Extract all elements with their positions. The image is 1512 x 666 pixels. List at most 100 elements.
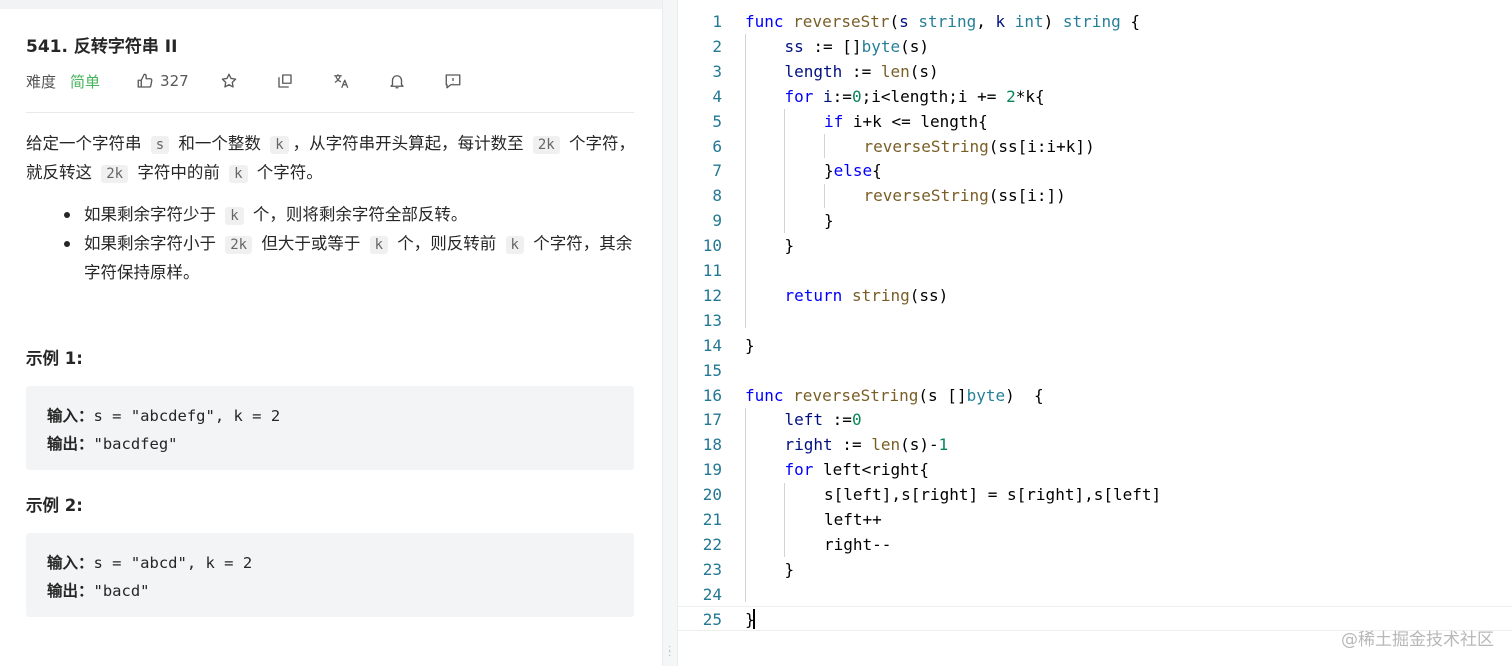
rule-text: 个，则反转前	[392, 234, 502, 253]
code-line[interactable]: 18 right := len(s)-1	[678, 432, 1512, 457]
line-number: 13	[702, 310, 722, 330]
code-text: left++	[824, 510, 882, 529]
inline-code: k	[505, 236, 524, 254]
feedback-button[interactable]	[437, 68, 469, 94]
code-text: right--	[824, 534, 892, 554]
like-button[interactable]: 327	[136, 72, 189, 90]
header-divider	[26, 112, 634, 113]
description-text: 和一个整数	[173, 134, 267, 153]
inline-code: 2k	[225, 236, 253, 254]
example-2-output: 输出："bacd"	[47, 582, 150, 600]
code-line[interactable]: 21 left++	[678, 507, 1512, 532]
line-number: 7	[712, 161, 722, 181]
code-text: right := len(s)-1	[784, 435, 949, 455]
code-line[interactable]: 20 s[left],s[right] = s[right],s[left]	[678, 482, 1512, 507]
code-text: for i:=0;i<length;i += 2*k{	[784, 86, 1045, 106]
code-line[interactable]: 11	[678, 258, 1512, 283]
code-text: reverseString(ss[i:])	[863, 186, 1066, 206]
code-line[interactable]: 16 func reverseString(s []byte) {	[678, 383, 1512, 408]
translate-icon	[333, 74, 349, 88]
code-line[interactable]: 6 reverseString(ss[i:i+k])	[678, 134, 1512, 159]
code-line[interactable]: 9}	[678, 208, 1512, 233]
inline-code: k	[270, 136, 289, 154]
line-number: 2	[712, 36, 722, 56]
problem-panel: 541. 反转字符串 II 难度 简单 327 给定一个字符串 s 和一个整数 …	[0, 0, 662, 666]
rule-item: 如果剩余字符小于 2k 但大于或等于 k 个，则反转前 k 个字符，其余字符保持…	[58, 230, 638, 286]
code-line[interactable]: 2 ss := []byte(s)	[678, 34, 1512, 59]
code-line[interactable]: 12 return string(ss)	[678, 283, 1512, 308]
code-line[interactable]: 8 reverseString(ss[i:])	[678, 183, 1512, 208]
code-text: reverseString(ss[i:i+k])	[863, 136, 1095, 156]
line-number: 15	[702, 360, 722, 380]
description-text: 个字符。	[251, 163, 323, 182]
code-line[interactable]: 17 left :=0	[678, 407, 1512, 432]
star-icon	[221, 73, 236, 88]
example-2-box: 输入：s = "abcd", k = 2 输出："bacd"	[26, 533, 634, 617]
line-number: 21	[702, 510, 722, 529]
inline-code: s	[150, 136, 170, 154]
example-1-box: 输入：s = "abcdefg", k = 2 输出："bacdfeg"	[26, 386, 634, 470]
rule-text: 但大于或等于	[256, 234, 366, 253]
code-line[interactable]: 13	[678, 308, 1512, 333]
translate-button[interactable]	[325, 68, 357, 94]
line-number: 12	[702, 285, 722, 305]
line-number: 10	[702, 236, 722, 256]
notification-button[interactable]	[381, 68, 413, 94]
problem-meta-bar: 难度 简单 327	[26, 68, 469, 94]
favorite-button[interactable]	[213, 68, 245, 94]
line-number: 25	[702, 609, 722, 629]
code-line[interactable]: 4 for i:=0;i<length;i += 2*k{	[678, 84, 1512, 109]
code-line[interactable]: 5 if i+k <= length{	[678, 109, 1512, 134]
code-line[interactable]: 7}else{	[678, 158, 1512, 183]
code-line[interactable]: 22 right--	[678, 532, 1512, 557]
code-text: length := len(s)	[784, 61, 939, 81]
line-number: 19	[702, 460, 722, 480]
line-number: 17	[702, 410, 722, 430]
problem-description: 给定一个字符串 s 和一个整数 k ，从字符串开头算起，每计数至 2k 个字符，就…	[26, 130, 636, 188]
line-number: 4	[712, 86, 722, 106]
code-line[interactable]: 24	[678, 582, 1512, 607]
code-line[interactable]: 10}	[678, 233, 1512, 258]
code-text: left :=0	[784, 410, 862, 430]
example-2-title: 示例 2:	[26, 496, 83, 515]
code-text: }	[745, 335, 755, 355]
code-editor[interactable]: 1 func reverseStr(s string, k int) string…	[678, 0, 1512, 666]
inline-code: k	[369, 236, 389, 254]
code-line[interactable]: 15	[678, 358, 1512, 383]
code-line[interactable]: 19 for left<right{	[678, 457, 1512, 482]
share-icon	[277, 74, 292, 88]
resize-grip-icon: ::	[668, 643, 672, 659]
code-text: }	[784, 559, 795, 579]
code-text: ss := []byte(s)	[784, 36, 930, 56]
line-number: 8	[712, 186, 722, 206]
inline-code: 2k	[101, 165, 129, 183]
rule-text: 如果剩余字符少于	[84, 205, 222, 224]
inline-code: k	[229, 165, 248, 183]
rule-item: 如果剩余字符少于 k 个，则将剩余字符全部反转。	[58, 201, 638, 230]
code-text: func reverseStr(s string, k int) string …	[745, 12, 1140, 31]
line-number: 18	[702, 435, 722, 455]
example-2-input: 输入：s = "abcd", k = 2	[47, 554, 253, 572]
line-number: 16	[702, 385, 722, 405]
difficulty-badge: 简单	[70, 72, 101, 91]
line-number: 9	[712, 211, 722, 231]
share-button[interactable]	[269, 68, 301, 94]
line-number: 6	[712, 136, 722, 156]
code-text: }	[824, 211, 834, 231]
code-line[interactable]: 3 length := len(s)	[678, 59, 1512, 84]
panel-resize-handle[interactable]	[662, 0, 678, 666]
example-1-output: 输出："bacdfeg"	[47, 435, 178, 453]
line-number: 23	[702, 559, 722, 579]
description-text: 给定一个字符串	[26, 134, 147, 153]
code-line[interactable]: 14}	[678, 333, 1512, 358]
line-number: 3	[712, 61, 722, 81]
code-text: s[left],s[right] = s[right],s[left]	[824, 485, 1162, 505]
line-number: 11	[702, 261, 722, 280]
code-line[interactable]: 1 func reverseStr(s string, k int) string…	[678, 9, 1512, 34]
code-text: if i+k <= length{	[824, 111, 988, 131]
code-text: for left<right{	[784, 460, 930, 480]
code-line[interactable]: 23}	[678, 557, 1512, 582]
example-1-input: 输入：s = "abcdefg", k = 2	[47, 407, 281, 425]
inline-code: k	[225, 207, 244, 225]
thumbs-up-icon	[137, 73, 153, 88]
